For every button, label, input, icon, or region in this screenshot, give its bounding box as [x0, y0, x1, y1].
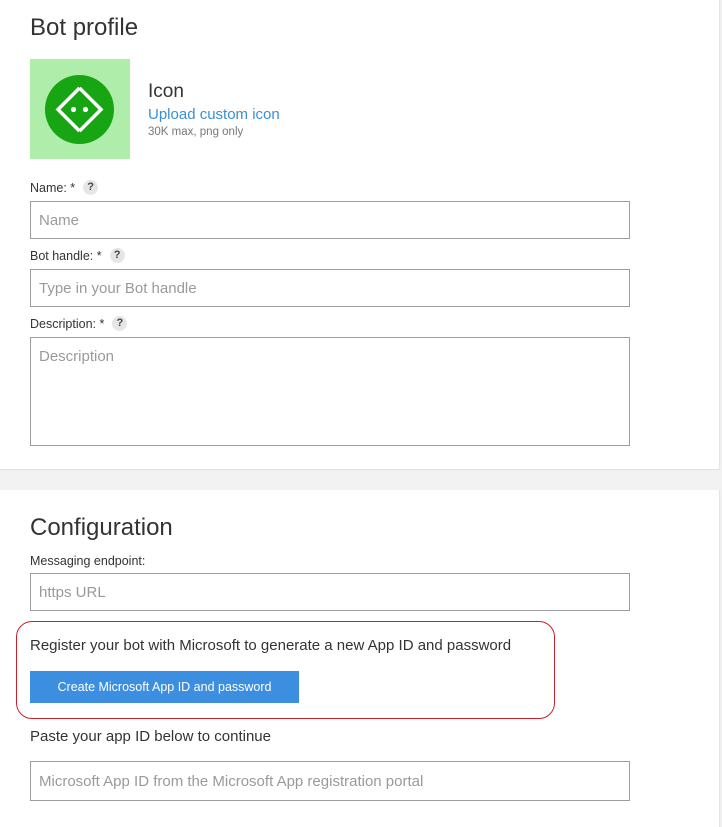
paste-app-id-text: Paste your app ID below to continue	[30, 728, 271, 745]
description-label: Description: * ?	[30, 316, 128, 331]
bot-handle-label-text: Bot handle: *	[30, 248, 102, 263]
messaging-endpoint-label-text: Messaging endpoint:	[30, 554, 146, 568]
upload-custom-icon-link[interactable]: Upload custom icon	[148, 106, 280, 123]
bot-icon-preview	[30, 59, 130, 159]
description-help-icon[interactable]: ?	[112, 316, 128, 331]
name-help-icon[interactable]: ?	[83, 180, 99, 195]
create-app-id-button[interactable]: Create Microsoft App ID and password	[30, 671, 299, 703]
bot-handle-help-icon[interactable]: ?	[109, 248, 125, 263]
bot-profile-title: Bot profile	[30, 14, 139, 41]
name-input[interactable]	[30, 201, 630, 239]
register-callout-outline	[16, 621, 555, 719]
description-textarea[interactable]	[30, 337, 630, 446]
messaging-endpoint-label: Messaging endpoint:	[30, 554, 145, 568]
name-label: Name: * ?	[30, 180, 99, 195]
description-label-text: Description: *	[30, 316, 105, 331]
bot-handle-input[interactable]	[30, 269, 630, 307]
bot-icon-circle	[45, 75, 114, 144]
code-brackets-icon	[55, 86, 104, 133]
icon-heading: Icon	[148, 81, 184, 102]
name-label-text: Name: *	[30, 180, 76, 195]
bot-handle-label: Bot handle: * ?	[30, 248, 125, 263]
bot-profile-panel: Bot profile Icon Upload custom icon 30K …	[0, 0, 720, 469]
messaging-endpoint-input[interactable]	[30, 573, 630, 611]
app-id-input[interactable]	[30, 761, 630, 801]
configuration-title: Configuration	[30, 514, 173, 541]
upload-icon-hint: 30K max, png only	[148, 126, 244, 138]
register-bot-text: Register your bot with Microsoft to gene…	[30, 637, 512, 654]
